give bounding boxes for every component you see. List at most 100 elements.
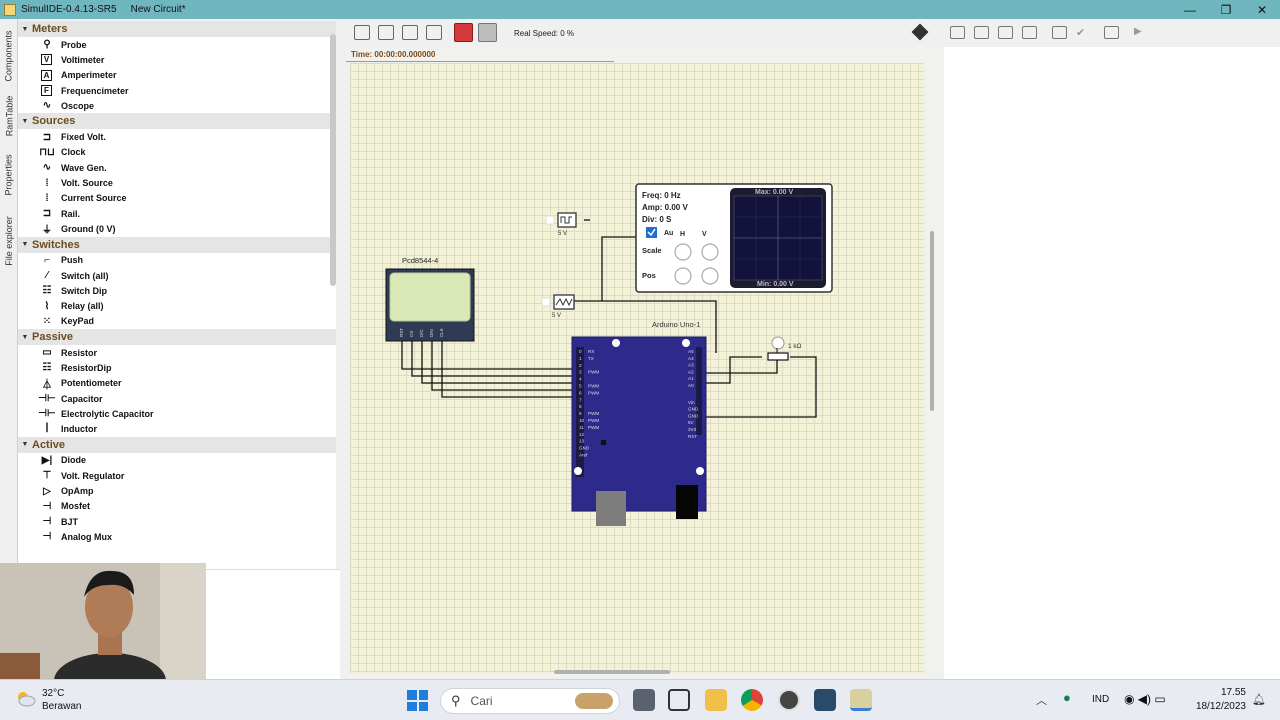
app-icon-generic[interactable] [814, 689, 836, 711]
oscilloscope[interactable]: Freq: 0 Hz Amp: 0.00 V Div: 0 S Au H V S… [635, 183, 833, 293]
snipping-tool-icon[interactable] [668, 689, 690, 711]
osc-pos-v-knob[interactable] [701, 267, 719, 285]
component-item[interactable]: ⊐ Rail. [18, 206, 336, 221]
osc-scale-h-knob[interactable] [674, 243, 692, 261]
file-explorer-icon[interactable] [705, 689, 727, 711]
category-sources[interactable]: ▼ Sources [18, 113, 336, 130]
weather-icon[interactable] [14, 689, 36, 707]
component-item[interactable]: ▭ Resistor [18, 345, 336, 360]
code-editor-panel[interactable] [944, 47, 1280, 679]
editor-save-as-button[interactable] [1022, 26, 1037, 39]
canvas-vertical-scrollbar[interactable] [930, 231, 934, 411]
network-volume-battery-icons[interactable]: ◉ ◀) ▭ [1124, 692, 1166, 706]
component-item[interactable]: ⊣ BJT [18, 514, 336, 529]
tab-label: Components [4, 30, 14, 82]
tree-scrollbar[interactable] [330, 34, 336, 286]
editor-open-button[interactable] [974, 26, 989, 39]
wave-generator[interactable]: 5 V [541, 294, 575, 319]
component-item[interactable]: ☷ ResistorDip [18, 360, 336, 375]
chevron-down-icon[interactable]: ▼ [18, 118, 32, 125]
component-item[interactable]: ⌇ Relay (all) [18, 298, 336, 313]
pause-button[interactable] [478, 23, 497, 42]
wave-gen-icon: ∿ [42, 162, 52, 174]
component-item[interactable]: ⊤ Volt. Regulator [18, 468, 336, 483]
microphone-icon[interactable]: ● [1063, 690, 1071, 705]
component-item[interactable]: ∿ Wave Gen. [18, 160, 336, 175]
component-item[interactable]: ⊣⊢ Capacitor [18, 391, 336, 406]
component-item[interactable]: ⊣ Analog Mux [18, 529, 336, 544]
tab-properties[interactable]: Properties [0, 147, 18, 203]
chevron-down-icon[interactable]: ▼ [18, 441, 32, 448]
component-item[interactable]: ⊓⊔ Clock [18, 145, 336, 160]
save-circuit-button[interactable] [402, 25, 418, 40]
editor-debug-button[interactable]: ▶ [1134, 26, 1149, 39]
component-item[interactable]: ⊣ Mosfet [18, 499, 336, 514]
arduino-uno[interactable]: Arduino Uno-1 0 RX 1 TX 2 3 PWM 4 5 PWM 6 PWM 7 8 9 PWM… [571, 320, 707, 526]
weather-description[interactable]: Berawan [42, 701, 81, 712]
component-item[interactable]: ⊣⊢ Electrolytic Capacitor [18, 406, 336, 421]
input-language[interactable]: IND [1092, 694, 1109, 705]
editor-compile-button[interactable]: ✔ [1076, 26, 1091, 39]
obs-icon[interactable] [778, 689, 800, 711]
taskbar-search[interactable]: ⚲ Cari [440, 688, 620, 714]
new-circuit-button[interactable] [354, 25, 370, 40]
chevron-down-icon[interactable]: ▼ [18, 334, 32, 341]
start-button[interactable] [407, 690, 428, 711]
component-label: Frequencimeter [61, 85, 129, 96]
component-item[interactable]: ▷ OpAmp [18, 483, 336, 498]
component-item[interactable]: ⊐ Fixed Volt. [18, 129, 336, 144]
task-view-icon[interactable] [633, 689, 655, 711]
category-switches[interactable]: ▼ Switches [18, 236, 336, 253]
component-item[interactable]: ⁙ KeyPad [18, 314, 336, 329]
component-item[interactable]: ⚲ Probe [18, 37, 336, 52]
weather-temperature[interactable]: 32°C [42, 688, 64, 699]
component-item[interactable]: ⁞ Current Source [18, 191, 336, 206]
clock-date[interactable]: 18/12/2023 [1192, 701, 1246, 712]
tab-file-explorer[interactable]: File explorer [0, 209, 18, 273]
component-item[interactable]: ⏚ Ground (0 V) [18, 221, 336, 237]
canvas-horizontal-scrollbar[interactable] [554, 670, 670, 674]
component-item[interactable]: ⌐ Push [18, 253, 336, 268]
open-circuit-button[interactable] [378, 25, 394, 40]
minimize-button[interactable]: — [1172, 0, 1208, 19]
save-as-button[interactable] [426, 25, 442, 40]
component-item[interactable]: ☷ Switch Dip [18, 283, 336, 298]
editor-save-button[interactable] [998, 26, 1013, 39]
oscilloscope-icon: ∿ [42, 100, 52, 112]
tab-components[interactable]: Components [0, 23, 18, 89]
clock-source[interactable]: 5 V [545, 212, 577, 237]
maximize-button[interactable]: ❐ [1208, 0, 1244, 19]
close-button[interactable]: ✕ [1244, 0, 1280, 19]
component-item[interactable]: V Voltimeter [18, 52, 336, 67]
notification-icon[interactable]: 🔔︎ [1252, 693, 1266, 706]
component-item[interactable]: A Amperimeter [18, 68, 336, 83]
info-icon[interactable] [911, 23, 929, 41]
component-item[interactable]: ∿ Oscope [18, 98, 336, 113]
component-item[interactable]: ⁄ Switch (all) [18, 268, 336, 283]
simulide-taskbar-icon[interactable] [850, 689, 872, 711]
canvas-grid[interactable]: Pcd8544-4 RST CS D/C DIN CLK 5 V 5 V Ard… [350, 63, 924, 673]
component-item[interactable]: F Frequencimeter [18, 83, 336, 98]
osc-pos-h-knob[interactable] [674, 267, 692, 285]
show-hidden-icons-icon[interactable]: ︿ [1036, 692, 1047, 708]
component-item[interactable]: ⁞ Volt. Source [18, 175, 336, 190]
category-passive[interactable]: ▼ Passive [18, 329, 336, 346]
chevron-down-icon[interactable]: ▼ [18, 241, 32, 248]
category-meters[interactable]: ▼ Meters [18, 21, 336, 37]
category-active[interactable]: ▼ Active [18, 436, 336, 453]
osc-scale-v-knob[interactable] [701, 243, 719, 261]
simulide-window: SimulIDE-0.4.13-SR5 New Circuit* — ❐ ✕ C… [0, 0, 1280, 720]
editor-new-button[interactable] [950, 26, 965, 39]
editor-find-button[interactable] [1052, 26, 1067, 39]
chrome-icon[interactable] [741, 689, 763, 711]
power-button[interactable] [454, 23, 473, 42]
lcd-display[interactable]: Pcd8544-4 RST CS D/C DIN CLK [385, 256, 475, 342]
clock-time[interactable]: 17.55 [1210, 687, 1246, 698]
component-item[interactable]: ꟾ Inductor [18, 422, 336, 437]
circuit-canvas[interactable]: Time: 00:00:00.000000 Pcd8544-4 RST CS D… [346, 47, 944, 679]
component-item[interactable]: ⏃ Potentiometer [18, 376, 336, 391]
chevron-down-icon[interactable]: ▼ [18, 26, 32, 33]
editor-upload-button[interactable] [1104, 26, 1119, 39]
component-item[interactable]: ▶| Diode [18, 453, 336, 468]
tab-ramtable[interactable]: RamTable [0, 91, 18, 141]
